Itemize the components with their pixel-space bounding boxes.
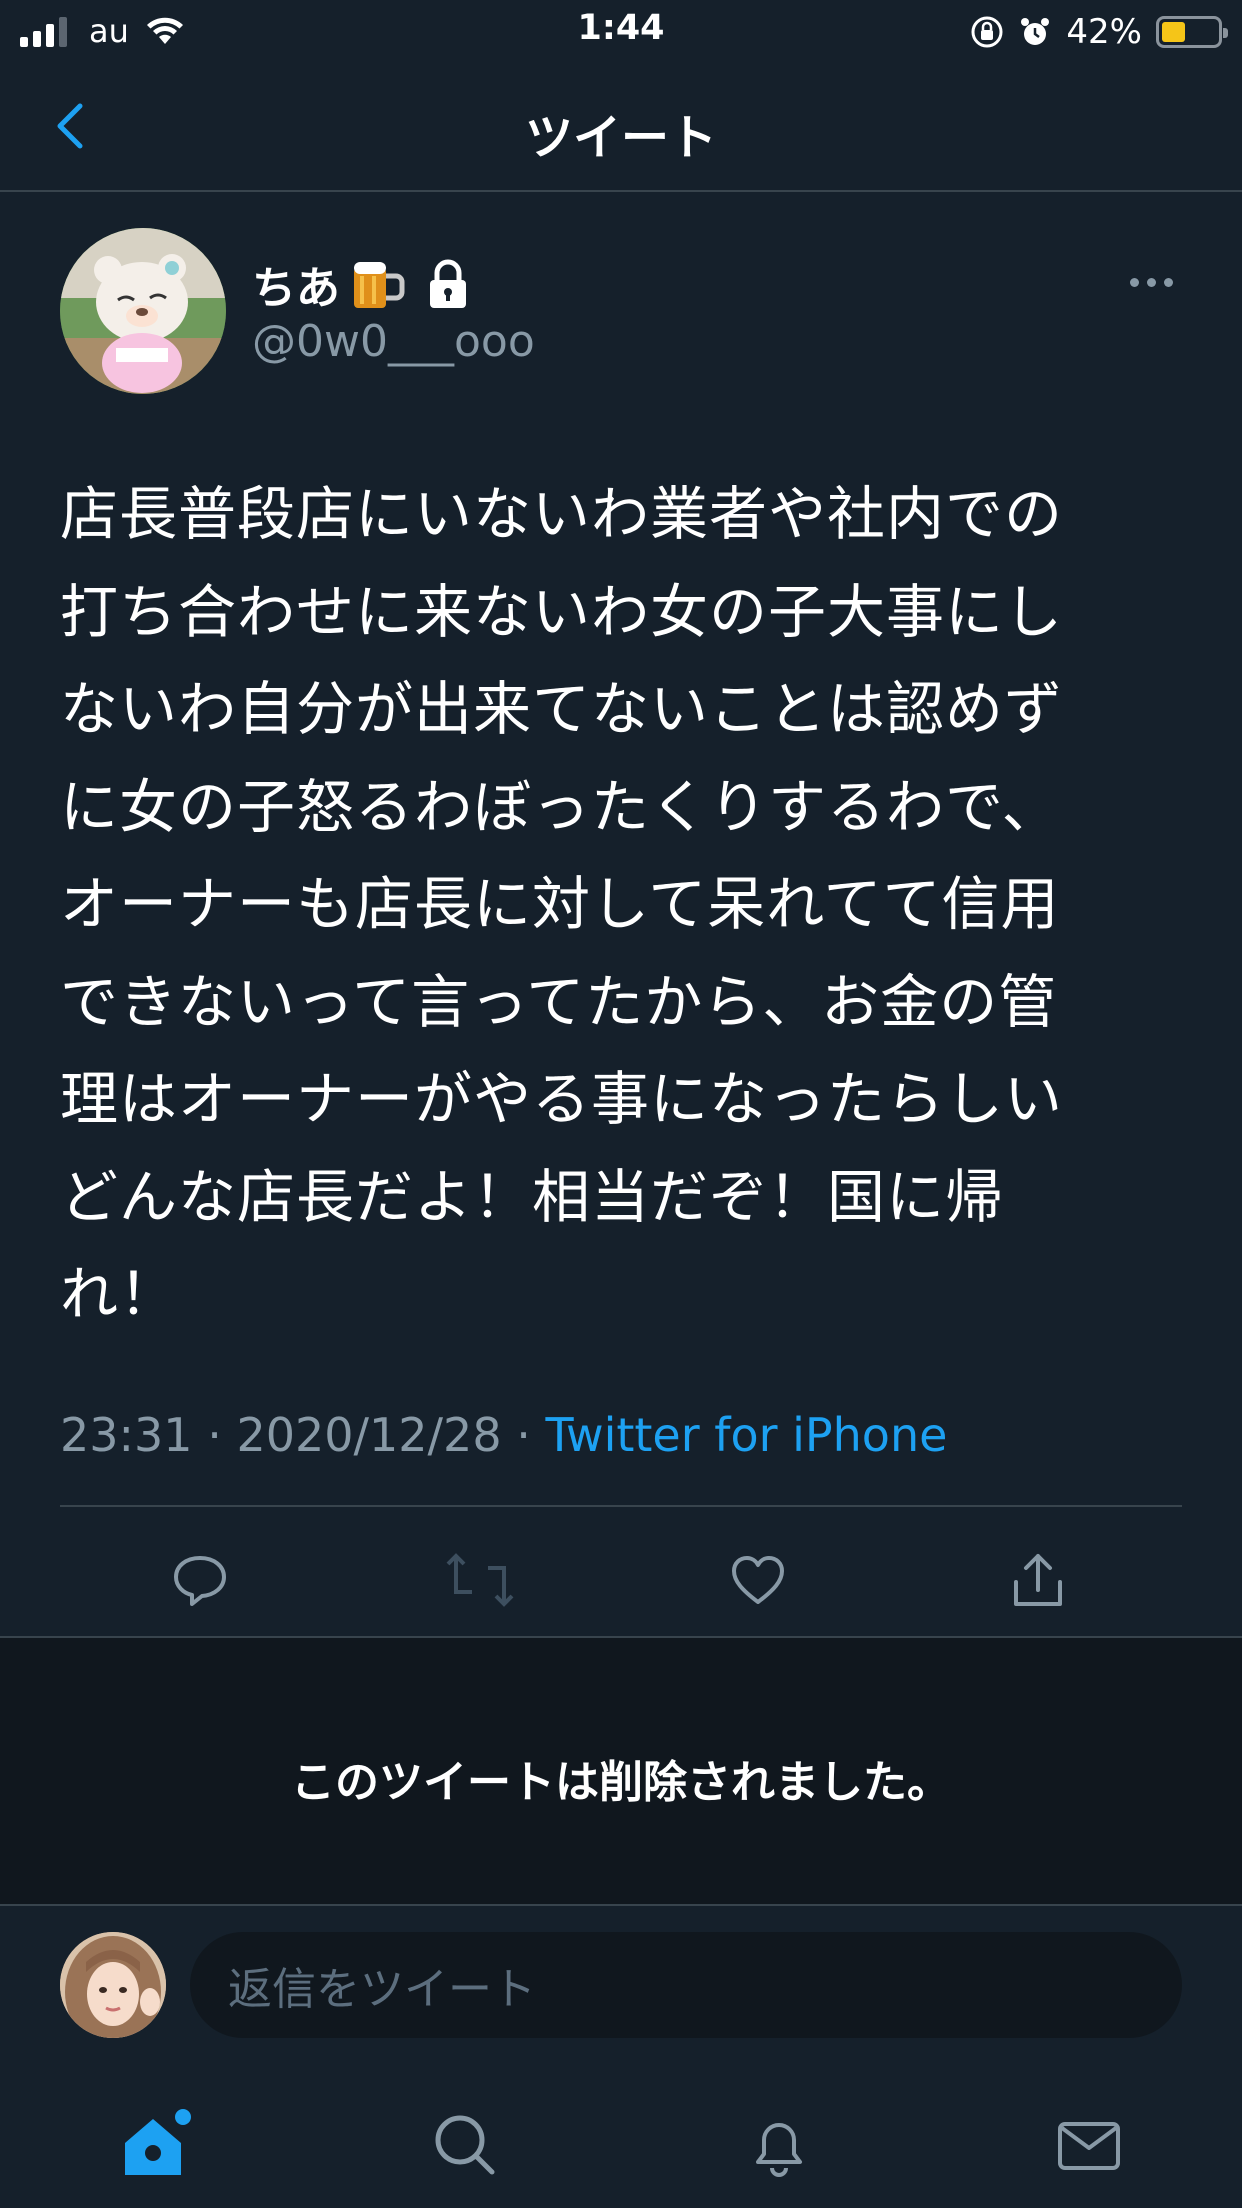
battery-percent: 42% bbox=[1066, 12, 1142, 52]
deleted-tweet-text: このツイートは削除されました。 bbox=[291, 1757, 951, 1808]
reply-input[interactable]: 返信をツイート bbox=[190, 1932, 1182, 2038]
author-name-text: ちあ bbox=[252, 263, 340, 314]
home-icon bbox=[125, 2109, 191, 2175]
user-avatar-image bbox=[60, 1932, 166, 2038]
reply-button[interactable] bbox=[160, 1540, 240, 1620]
tab-home[interactable] bbox=[110, 2100, 200, 2190]
protected-lock-icon bbox=[430, 259, 466, 308]
status-bar: au 1:44 42% bbox=[0, 0, 1242, 62]
heart-icon bbox=[732, 1556, 784, 1604]
bell-icon bbox=[756, 2123, 802, 2177]
navigation-bar: ツイート bbox=[0, 62, 1242, 192]
tab-messages[interactable] bbox=[1044, 2100, 1134, 2190]
avatar-image bbox=[60, 228, 226, 394]
user-avatar[interactable] bbox=[60, 1932, 166, 2038]
tweet-meta: 23:31 · 2020/12/28 · Twitter for iPhone bbox=[60, 1408, 947, 1462]
tweet-time: 23:31 bbox=[60, 1408, 193, 1462]
orientation-lock-icon bbox=[971, 16, 1003, 48]
mail-icon bbox=[1058, 2122, 1120, 2170]
search-icon bbox=[435, 2115, 495, 2175]
author-handle[interactable]: @0w0___ooo bbox=[252, 316, 535, 367]
share-button[interactable] bbox=[998, 1540, 1078, 1620]
like-button[interactable] bbox=[718, 1540, 798, 1620]
share-icon bbox=[1014, 1554, 1062, 1606]
alarm-icon bbox=[1021, 18, 1050, 45]
beer-mug-icon bbox=[354, 262, 405, 308]
divider bbox=[60, 1505, 1182, 1507]
author-name[interactable]: ちあ bbox=[252, 252, 472, 316]
battery-icon bbox=[1156, 16, 1228, 48]
more-options-icon[interactable] bbox=[1130, 270, 1180, 294]
tweet-detail-screen: au 1:44 42% ツイート ちあ @0w0___ooo 店長普段店にいない… bbox=[0, 0, 1242, 2208]
tab-notifications[interactable] bbox=[734, 2100, 824, 2190]
meta-separator: · bbox=[207, 1408, 222, 1462]
deleted-tweet-notice: このツイートは削除されました。 bbox=[0, 1638, 1242, 1904]
divider bbox=[0, 1904, 1242, 1906]
tab-bar bbox=[0, 2080, 1242, 2208]
page-title: ツイート bbox=[524, 110, 717, 166]
tab-search[interactable] bbox=[420, 2100, 510, 2190]
tweet-text: 店長普段店にいないわ業者や社内での 打ち合わせに来ないわ女の子大事にし ないわ自… bbox=[60, 480, 1064, 1328]
tweet-actions bbox=[0, 1540, 1242, 1620]
meta-separator: · bbox=[516, 1408, 531, 1462]
retweet-button-disabled bbox=[440, 1540, 520, 1620]
status-right: 42% bbox=[970, 12, 1228, 52]
reply-icon bbox=[174, 1556, 226, 1606]
tweet-source-link[interactable]: Twitter for iPhone bbox=[545, 1408, 947, 1462]
tweet-date: 2020/12/28 bbox=[236, 1408, 502, 1462]
author-avatar[interactable] bbox=[60, 228, 226, 394]
retweet-icon bbox=[446, 1553, 514, 1607]
